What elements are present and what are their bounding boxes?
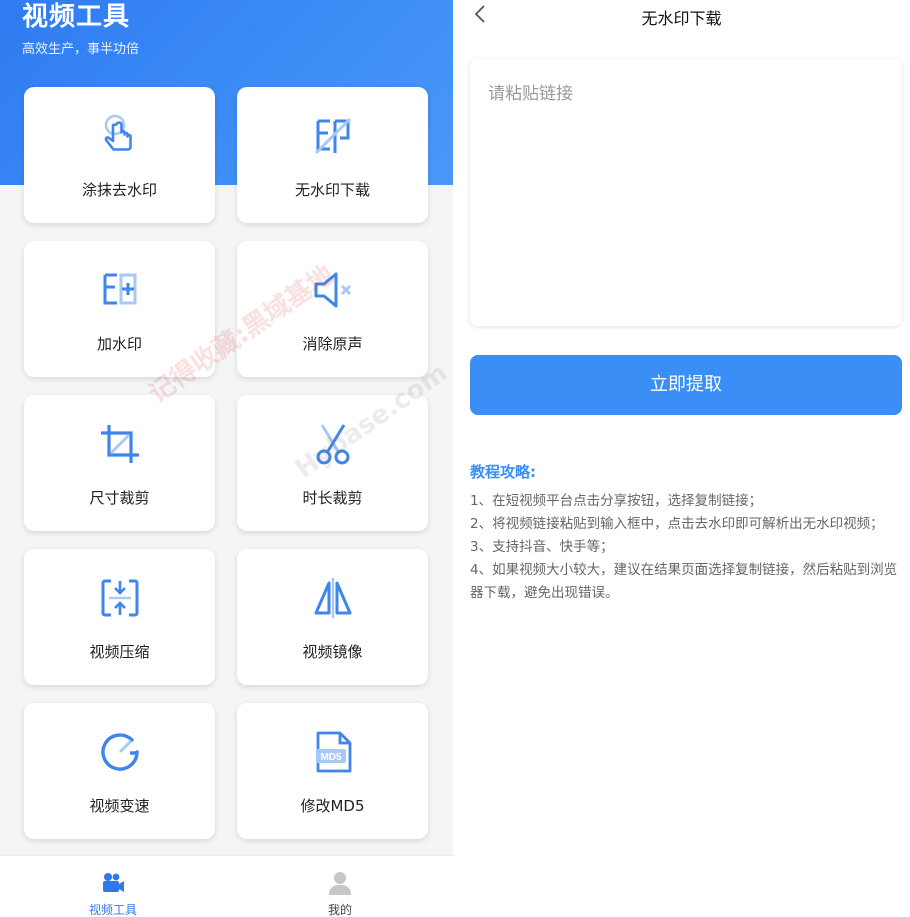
- page-title: 视频工具: [22, 2, 131, 32]
- tool-card-size-crop[interactable]: 尺寸裁剪: [24, 395, 215, 531]
- link-input[interactable]: [470, 59, 902, 326]
- tab-video-tools[interactable]: 视频工具: [0, 856, 226, 917]
- tool-label: 涂抹去水印: [81, 181, 157, 199]
- tool-card-smear-remove-watermark[interactable]: 涂抹去水印: [24, 87, 215, 223]
- video-camera-icon: [103, 873, 124, 892]
- tutorial-step: 2、将视频链接粘贴到输入框中，点击去水印即可解析出无水印视频；: [470, 516, 884, 532]
- tool-card-modify-md5[interactable]: MD5 修改MD5: [237, 703, 428, 839]
- tool-card-duration-trim[interactable]: 时长裁剪: [237, 395, 428, 531]
- no-watermark-icon: [314, 117, 351, 155]
- tab-mine[interactable]: 我的: [227, 856, 453, 917]
- bottom-tab-bar: 视频工具 我的: [0, 855, 453, 917]
- md5-file-icon: MD5: [315, 731, 351, 773]
- tool-label: 时长裁剪: [302, 489, 363, 507]
- tool-card-remove-audio[interactable]: 消除原声: [237, 241, 428, 377]
- tutorial-step: 1、在短视频平台点击分享按钮，选择复制链接；: [470, 493, 763, 509]
- tool-label: 消除原声: [302, 335, 363, 353]
- tool-card-video-compress[interactable]: 视频压缩: [24, 549, 215, 685]
- mirror-icon: [314, 578, 351, 618]
- nav-title: 无水印下载: [641, 9, 722, 28]
- extract-button[interactable]: 立即提取: [470, 355, 902, 415]
- tab-label: 我的: [327, 903, 352, 917]
- tool-label: 修改MD5: [300, 797, 365, 815]
- tutorial-title: 教程攻略:: [470, 463, 536, 481]
- tool-card-no-watermark-download[interactable]: 无水印下载: [237, 87, 428, 223]
- tap-hand-icon: [104, 114, 132, 151]
- crop-icon: [100, 425, 139, 463]
- add-watermark-icon: [103, 273, 136, 305]
- tool-label: 视频变速: [89, 797, 150, 815]
- scissors-icon: [316, 424, 349, 465]
- tutorial-step: 4、如果视频大小较大，建议在结果页面选择复制链接，然后粘贴到浏览器下载，避免出现…: [470, 562, 898, 601]
- tool-card-add-watermark[interactable]: 加水印: [24, 241, 215, 377]
- compress-icon: [101, 579, 138, 617]
- user-icon: [329, 872, 351, 895]
- tool-label: 尺寸裁剪: [89, 489, 150, 507]
- tab-label: 视频工具: [88, 903, 137, 917]
- tool-label: 加水印: [96, 335, 142, 353]
- tool-card-video-speed[interactable]: 视频变速: [24, 703, 215, 839]
- tutorial-list: 1、在短视频平台点击分享按钮，选择复制链接； 2、将视频链接粘贴到输入框中，点击…: [470, 490, 905, 605]
- md5-badge-text: MD5: [320, 752, 342, 763]
- page-subtitle: 高效生产，事半功倍: [22, 42, 140, 57]
- speed-gauge-icon: [100, 733, 139, 771]
- tool-label: 视频压缩: [89, 643, 150, 661]
- mute-icon: [314, 272, 351, 308]
- download-screen: 无水印下载 立即提取 教程攻略: 1、在短视频平台点击分享按钮，选择复制链接； …: [453, 0, 910, 917]
- tools-screen: 视频工具 高效生产，事半功倍 涂抹去水印 无水印下载 加水印 消除原声 尺寸裁剪…: [0, 0, 453, 917]
- tool-card-video-mirror[interactable]: 视频镜像: [237, 549, 428, 685]
- tool-label: 无水印下载: [294, 181, 370, 199]
- tool-label: 视频镜像: [302, 643, 363, 661]
- tutorial-step: 3、支持抖音、快手等；: [470, 539, 614, 555]
